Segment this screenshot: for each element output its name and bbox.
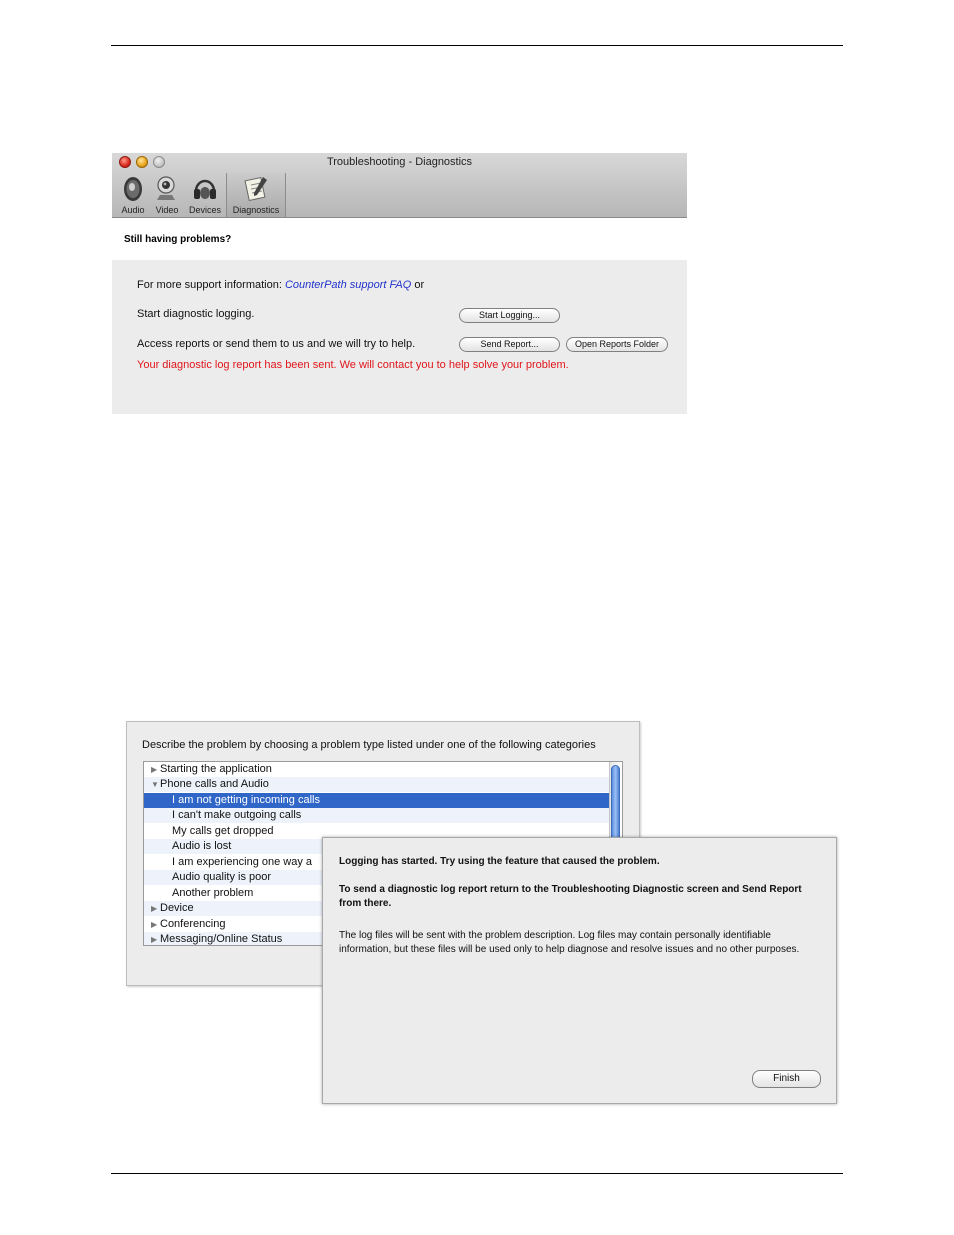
finish-button[interactable]: Finish — [752, 1070, 821, 1088]
logging-started-text: Logging has started. Try using the featu… — [339, 856, 660, 867]
speaker-icon — [120, 175, 146, 208]
notepad-icon — [243, 175, 269, 208]
toolbar-diagnostics[interactable]: Diagnostics — [226, 173, 286, 217]
tree-item-label: Audio quality is poor — [172, 871, 272, 883]
title-bar: Troubleshooting - Diagnostics Audio Vide… — [112, 153, 687, 218]
tree-item-label: I am experiencing one way a — [172, 856, 313, 868]
diagnostics-panel: For more support information: CounterPat… — [112, 260, 687, 414]
status-message: Your diagnostic log report has been sent… — [137, 359, 569, 371]
webcam-icon — [154, 175, 180, 208]
expand-arrow-icon[interactable]: ▶ — [151, 762, 159, 777]
tree-item-label: Starting the application — [160, 763, 272, 775]
window-title: Troubleshooting - Diagnostics — [326, 156, 473, 168]
send-report-button[interactable]: Send Report... — [459, 337, 560, 352]
diagnostics-window: Troubleshooting - Diagnostics Audio Vide… — [112, 153, 687, 414]
header-rule — [111, 45, 843, 46]
tree-item-selected[interactable]: I am not getting incoming calls — [144, 793, 610, 808]
toolbar-video[interactable]: Video — [150, 173, 184, 217]
open-reports-folder-button[interactable]: Open Reports Folder — [566, 337, 668, 352]
tree-item-label: My calls get dropped — [172, 825, 274, 837]
tree-item-label: Audio is lost — [172, 840, 232, 852]
reports-label: Access reports or send them to us and we… — [137, 338, 416, 350]
support-info-line: For more support information: CounterPat… — [137, 279, 424, 291]
expand-arrow-icon[interactable]: ▶ — [151, 917, 159, 932]
tree-category[interactable]: ▼Phone calls and Audio — [144, 777, 610, 792]
logging-started-dialog: Logging has started. Try using the featu… — [322, 837, 837, 1104]
headset-icon — [192, 175, 218, 208]
tree-item-label: Messaging/Online Status — [160, 933, 283, 945]
toolbar-devices[interactable]: Devices — [184, 173, 226, 217]
send-instructions-text: To send a diagnostic log report return t… — [339, 884, 802, 909]
toolbar-diagnostics-label: Diagnostics — [232, 205, 280, 215]
section-heading: Still having problems? — [124, 234, 232, 245]
tree-item-label: Device — [160, 902, 194, 914]
toolbar-devices-label: Devices — [188, 205, 221, 215]
tree-item-label: I am not getting incoming calls — [172, 794, 320, 806]
tree-item-label: Conferencing — [160, 918, 226, 930]
support-suffix: or — [414, 279, 425, 291]
tree-item[interactable]: I can't make outgoing calls — [144, 808, 610, 823]
tree-item-label: Phone calls and Audio — [160, 778, 269, 790]
privacy-notice-text: The log files will be sent with the prob… — [339, 930, 800, 955]
start-logging-button[interactable]: Start Logging... — [459, 308, 560, 323]
tree-category[interactable]: ▶ Starting the application — [144, 762, 610, 777]
logging-label: Start diagnostic logging. — [137, 308, 255, 320]
expand-arrow-icon[interactable]: ▶ — [151, 901, 159, 916]
tree-item-label: I can't make outgoing calls — [172, 809, 302, 821]
collapse-arrow-icon[interactable]: ▼ — [151, 777, 159, 792]
footer-rule — [111, 1173, 843, 1174]
expand-arrow-icon[interactable]: ▶ — [151, 932, 159, 945]
support-prefix: For more support information: — [137, 279, 285, 291]
toolbar-audio[interactable]: Audio — [116, 173, 150, 217]
instruction-text: Describe the problem by choosing a probl… — [142, 739, 596, 751]
tree-item-label: Another problem — [172, 887, 254, 899]
support-faq-link[interactable]: CounterPath support FAQ — [285, 279, 411, 291]
toolbar-audio-label: Audio — [121, 205, 145, 215]
toolbar-video-label: Video — [155, 205, 179, 215]
